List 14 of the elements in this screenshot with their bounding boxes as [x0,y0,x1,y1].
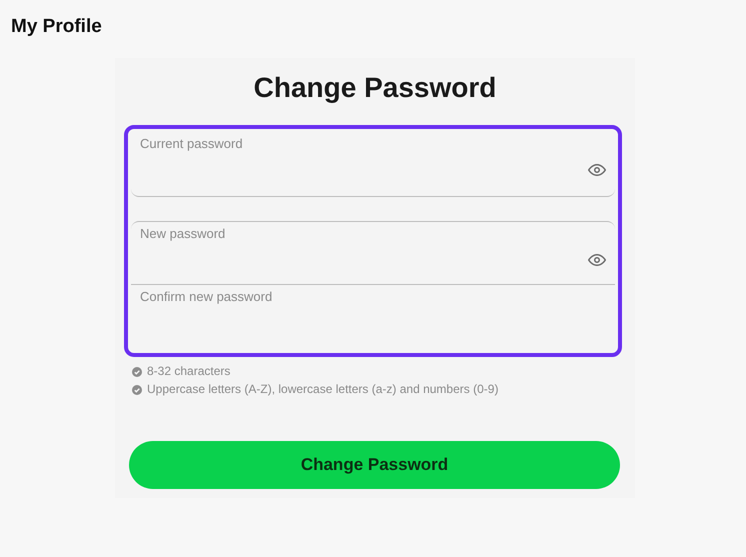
password-field[interactable]: New password [131,220,615,286]
field-label: Confirm new password [140,289,274,306]
password-field[interactable]: Current password [131,132,615,197]
field-label: New password [140,226,226,242]
eye-icon[interactable] [588,161,606,179]
requirement-text: 8-32 characters [147,364,230,379]
field-label: Current password [140,136,244,152]
check-icon [132,384,142,394]
password-field[interactable]: Confirm new password [131,285,615,350]
page-title: My Profile [11,15,102,39]
change-password-button[interactable]: Change Password [129,441,620,489]
check-icon [132,366,142,376]
form-title: Change Password [254,71,496,105]
requirement-text: Uppercase letters (A-Z), lowercase letters (a-z) and numbers (0-9) [147,382,498,397]
